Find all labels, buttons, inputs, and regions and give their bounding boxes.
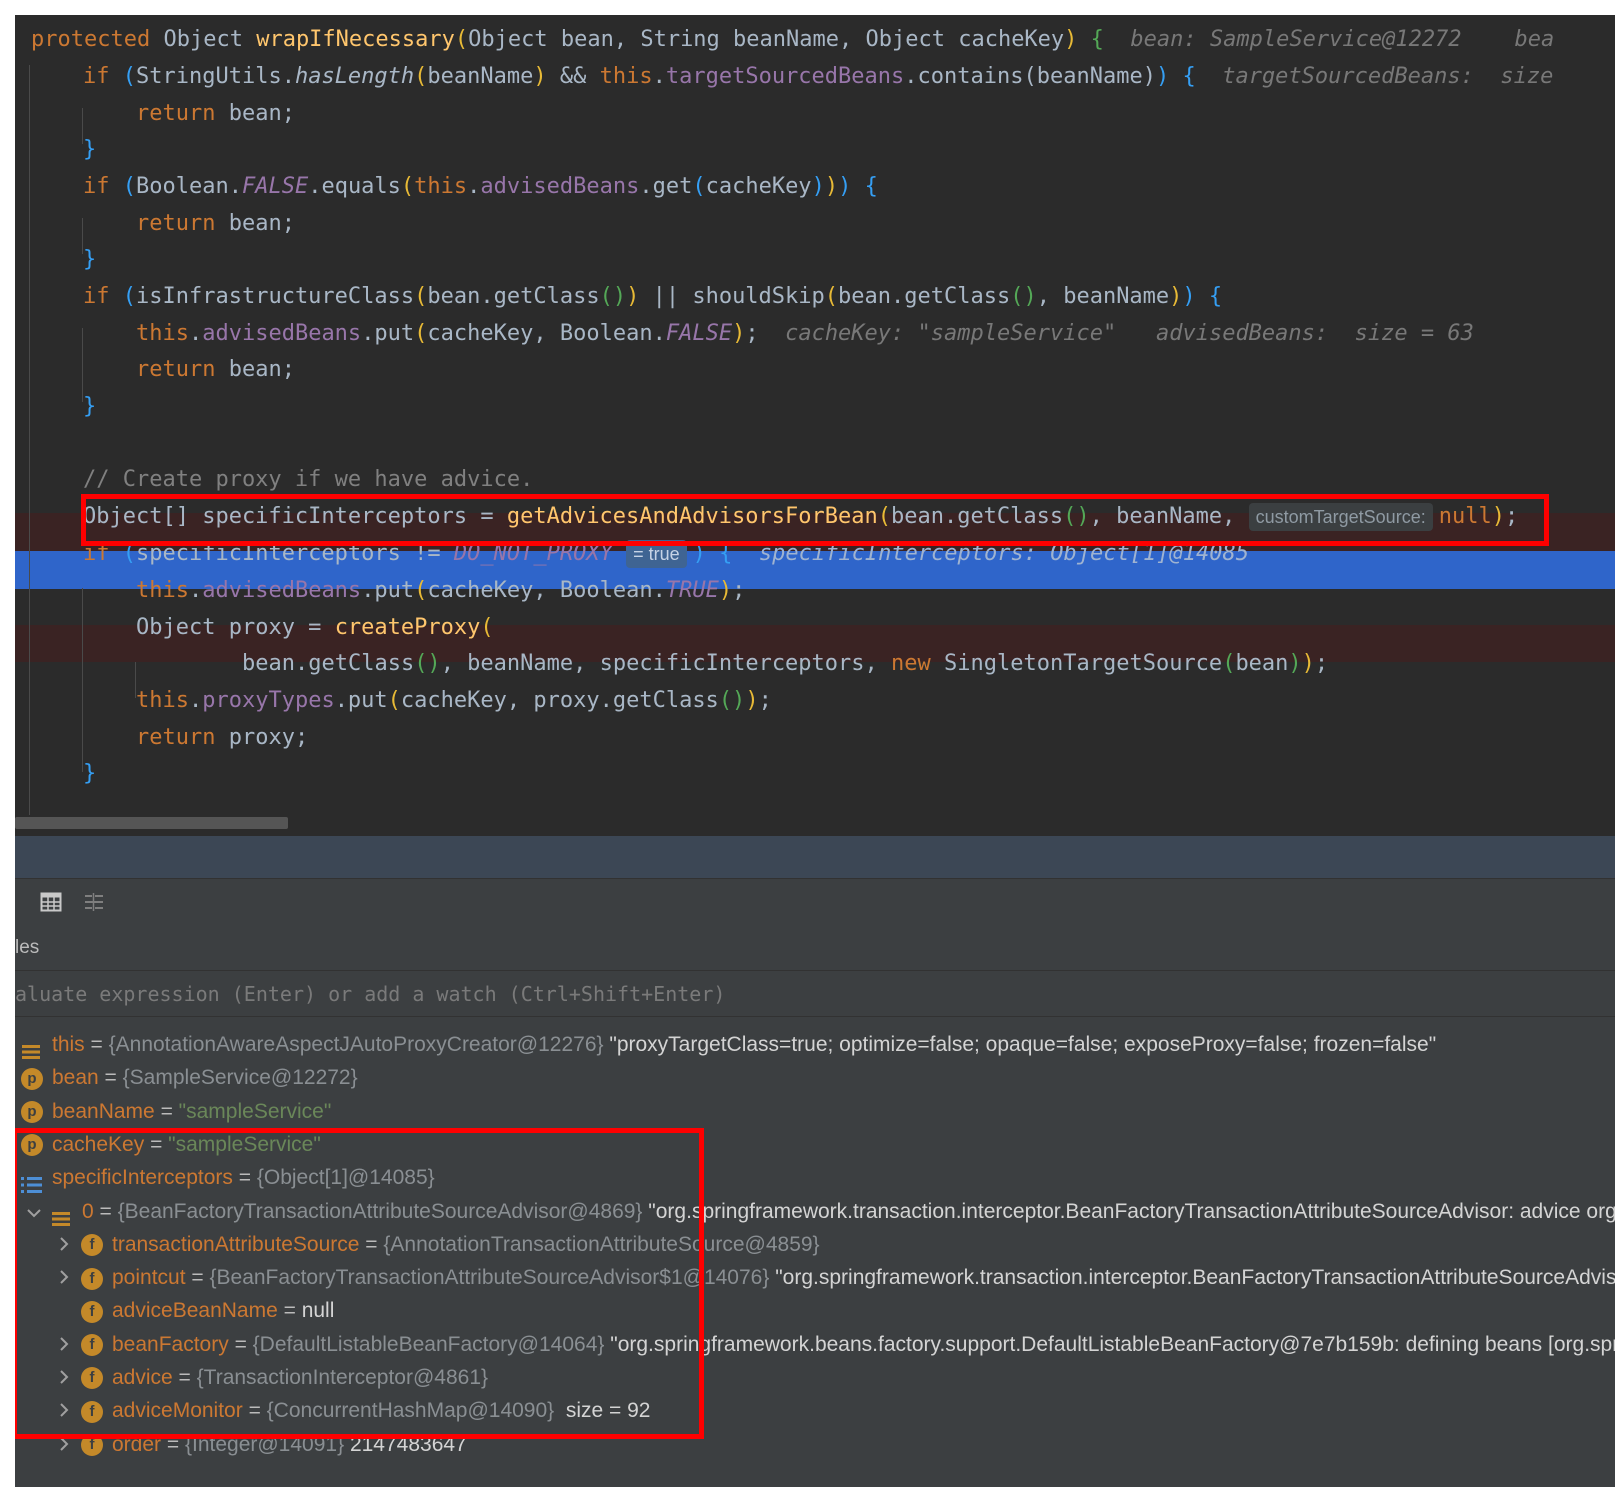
- code-line-return: return bean;: [136, 101, 295, 126]
- variable-row[interactable]: this = {AnnotationAwareAspectJAutoProxyC…: [21, 1028, 1436, 1062]
- code-line-brace: }: [83, 247, 97, 272]
- debugger-toolbar: [15, 878, 1615, 926]
- code-line-method-signature: protected Object wrapIfNecessary(Object …: [31, 27, 1555, 52]
- code-editor[interactable]: protected Object wrapIfNecessary(Object …: [15, 15, 1615, 836]
- variable-type: {SampleService@12272}: [122, 1066, 358, 1090]
- equals-sign: =: [98, 1066, 123, 1090]
- variable-name: this: [52, 1033, 85, 1056]
- code-line-brace: }: [83, 761, 97, 786]
- variable-value: "org.springframework.beans.factory.suppo…: [610, 1332, 1615, 1356]
- indent-guide: [82, 588, 83, 772]
- variable-value: "org.springframework.transaction.interce…: [775, 1266, 1615, 1290]
- code-line-proxy-types: this.proxyTypes.put(cacheKey, proxy.getC…: [136, 688, 772, 713]
- variable-value: "proxyTargetClass=true; optimize=false; …: [609, 1033, 1437, 1056]
- variable-name: beanName: [52, 1099, 155, 1123]
- indent-guide: [29, 65, 30, 815]
- variables-tab-row: les: [15, 925, 1615, 971]
- highlight-box-specific-interceptors-line: [81, 494, 1549, 546]
- equals-sign: =: [84, 1033, 109, 1056]
- variable-row[interactable]: p bean = {SampleService@12272}: [21, 1061, 358, 1095]
- code-line-return: return bean;: [136, 211, 295, 236]
- evaluate-expression-row: [15, 971, 1615, 1017]
- code-line-if-hasLength: if (StringUtils.hasLength(beanName) && t…: [83, 64, 1554, 89]
- object-lines-icon: [21, 1037, 41, 1060]
- tab-variables[interactable]: les: [15, 937, 39, 958]
- code-line-if-infrastructure: if (isInfrastructureClass(bean.getClass(…: [83, 284, 1223, 309]
- highlight-box-interceptor-tree: [15, 1128, 704, 1439]
- panel-title-strip: [15, 836, 1615, 878]
- variable-type: {AnnotationAwareAspectJAutoProxyCreator@…: [108, 1033, 604, 1056]
- variable-value: "sampleService": [178, 1099, 332, 1123]
- code-line-put-true: this.advisedBeans.put(cacheKey, Boolean.…: [136, 578, 746, 603]
- evaluate-expression-input[interactable]: [15, 971, 1515, 1016]
- variable-value: "org.springframework.transaction.interce…: [648, 1199, 1615, 1223]
- parameter-icon: p: [21, 1101, 43, 1124]
- table-icon[interactable]: [40, 891, 62, 913]
- code-line-return-proxy: return proxy;: [136, 725, 309, 750]
- code-line-put-false: this.advisedBeans.put(cacheKey, Boolean.…: [136, 321, 1474, 346]
- equals-sign: =: [154, 1099, 179, 1123]
- variable-row[interactable]: p beanName = "sampleService": [21, 1095, 331, 1129]
- code-line-if-advisedBeans: if (Boolean.FALSE.equals(this.advisedBea…: [83, 174, 878, 199]
- horizontal-scrollbar[interactable]: [15, 817, 288, 829]
- code-line-brace: }: [83, 394, 97, 419]
- code-line-create-proxy-args: bean.getClass(), beanName, specificInter…: [242, 651, 1329, 676]
- code-line-return: return bean;: [136, 357, 295, 382]
- ide-window: protected Object wrapIfNecessary(Object …: [15, 15, 1615, 1487]
- parameter-icon: p: [21, 1067, 43, 1090]
- code-line-brace: }: [83, 137, 97, 162]
- layout-icon[interactable]: [83, 891, 105, 913]
- code-line-create-proxy: Object proxy = createProxy(: [136, 615, 494, 640]
- variable-name: bean: [52, 1066, 99, 1090]
